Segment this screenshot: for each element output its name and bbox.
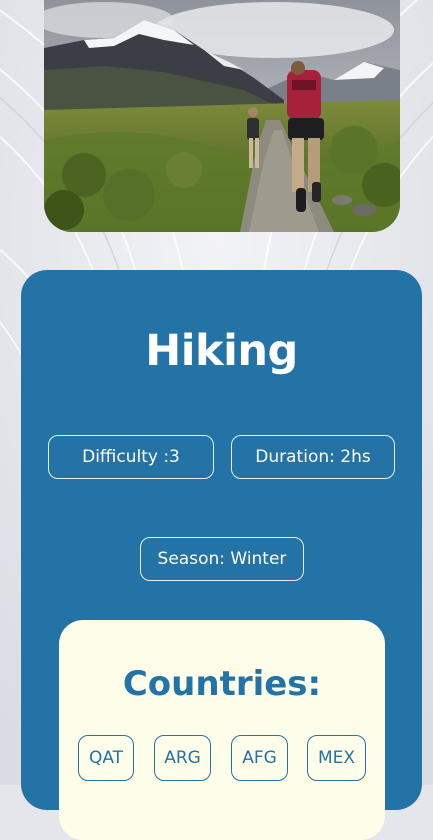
country-chip-afg[interactable]: AFG bbox=[231, 735, 288, 781]
country-chip-arg[interactable]: ARG bbox=[154, 735, 211, 781]
countries-panel: Countries: QAT ARG AFG MEX bbox=[59, 620, 385, 840]
country-chip-mex[interactable]: MEX bbox=[307, 735, 366, 781]
season-badge: Season: Winter bbox=[140, 537, 304, 581]
activity-card: Hiking Difficulty :3 Duration: 2hs Seaso… bbox=[21, 270, 422, 840]
country-chip-qat[interactable]: QAT bbox=[78, 735, 134, 781]
activity-title: Hiking bbox=[145, 326, 298, 376]
hiking-photo bbox=[44, 0, 400, 232]
countries-title: Countries: bbox=[122, 664, 322, 704]
duration-badge: Duration: 2hs bbox=[231, 435, 395, 479]
difficulty-badge: Difficulty :3 bbox=[48, 435, 214, 479]
hero-image bbox=[44, 0, 400, 232]
